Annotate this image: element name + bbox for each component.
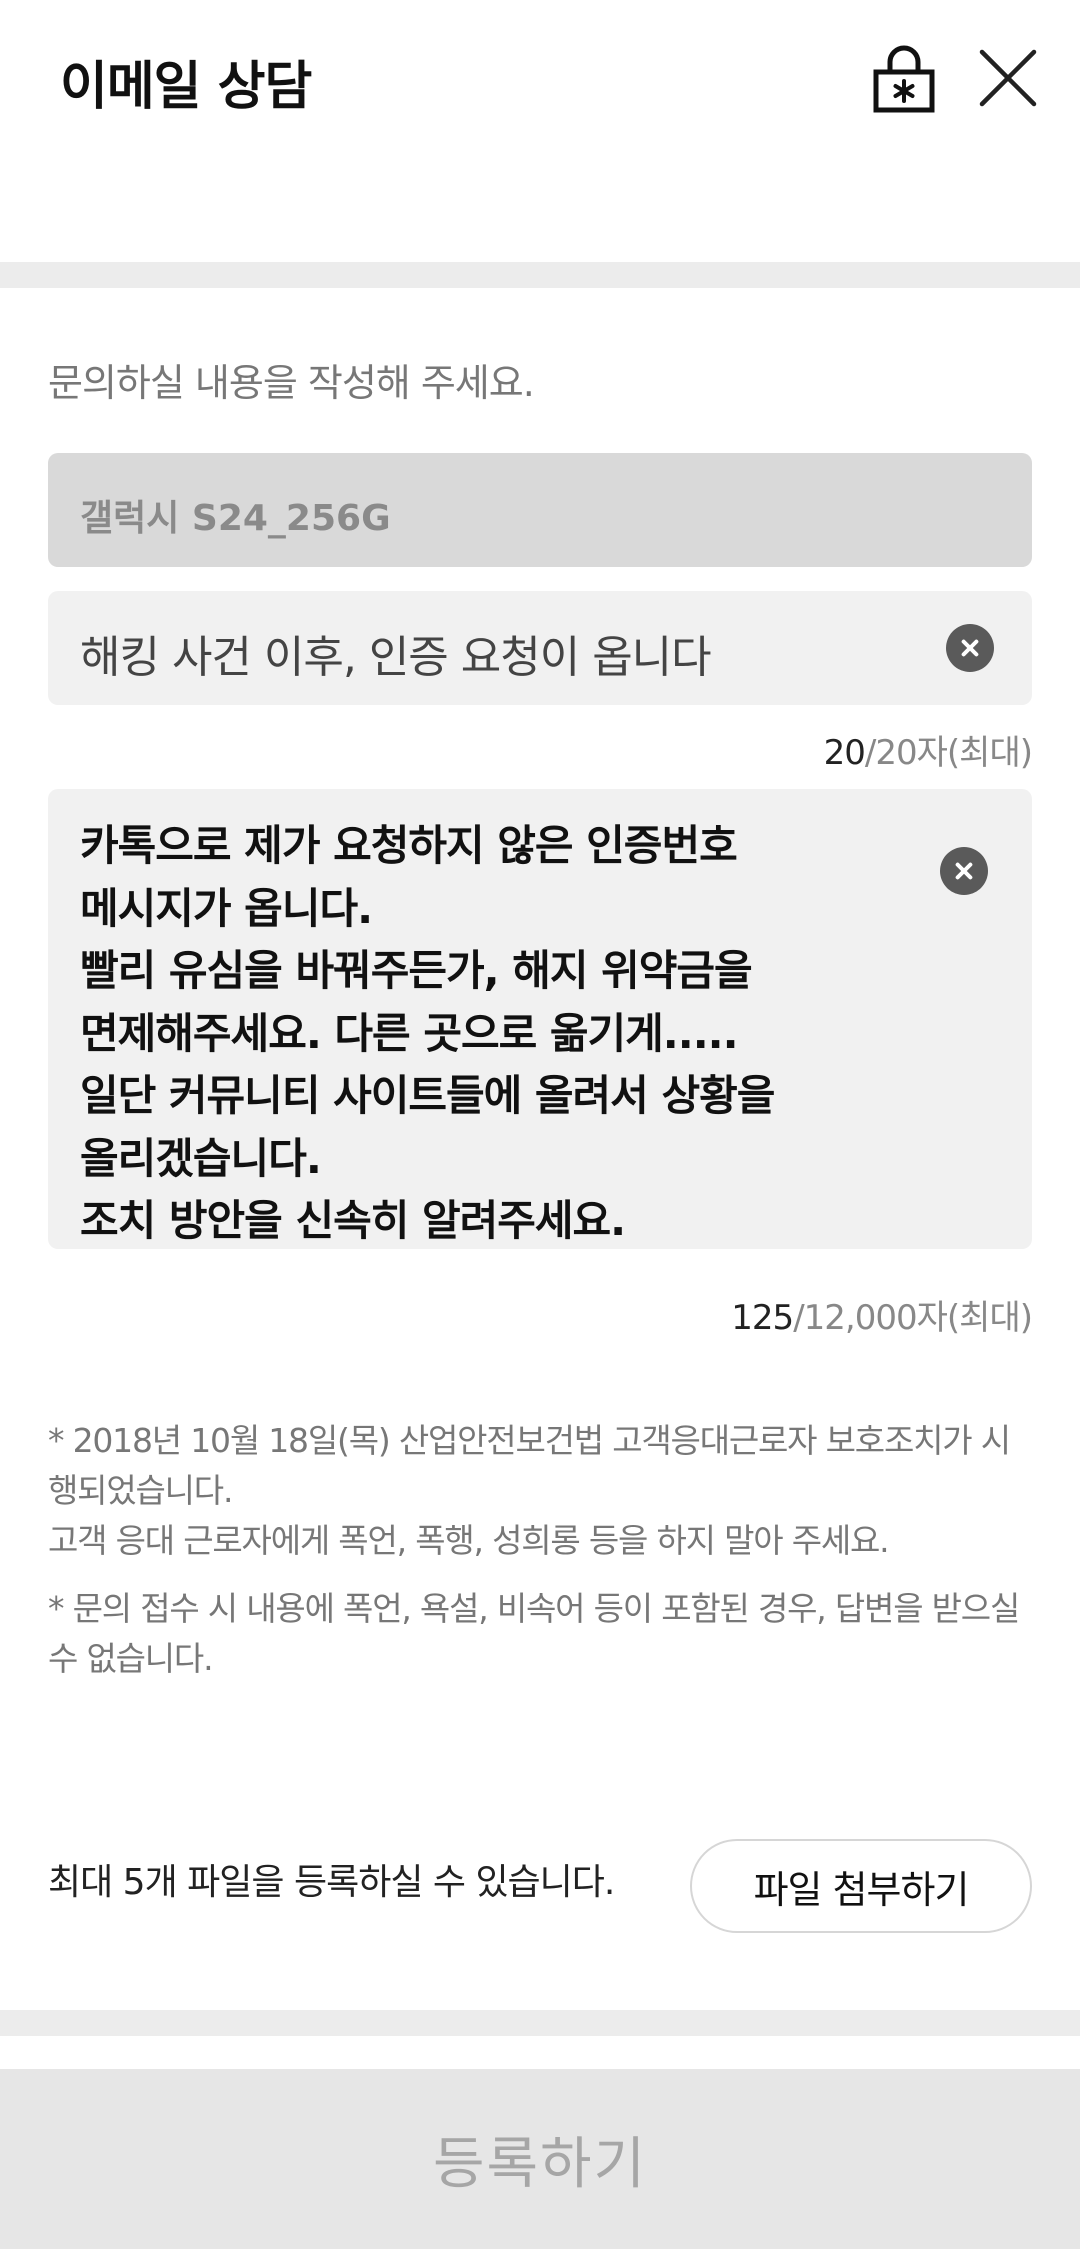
body-char-counter: 125/12,000자(최대): [731, 1290, 1033, 1339]
body-textarea[interactable]: 카톡으로 제가 요청하지 않은 인증번호 메시지가 옵니다. 빨리 유심을 바꿔…: [48, 789, 1032, 1249]
device-field: 갤럭시 S24_256G: [48, 453, 1032, 567]
section-divider: [0, 262, 1080, 288]
subject-clear-icon[interactable]: [946, 624, 994, 672]
form-prompt: 문의하실 내용을 작성해 주세요.: [48, 361, 535, 405]
notice-abusive-language: * 문의 접수 시 내용에 폭언, 욕설, 비속어 등이 포함된 경우, 답변을…: [48, 1589, 1020, 1678]
section-divider-bottom: [0, 2010, 1080, 2036]
body-clear-icon[interactable]: [940, 847, 988, 895]
close-icon[interactable]: [976, 46, 1040, 110]
submit-label: 등록하기: [432, 2132, 648, 2197]
subject-char-counter: 20/20자(최대): [823, 725, 1033, 774]
page-title: 이메일 상담: [60, 57, 312, 117]
body-count: 125: [731, 1298, 794, 1338]
notice-labor-law: * 2018년 10월 18일(목) 산업안전보건법 고객응대근로자 보호조치가…: [48, 1421, 1011, 1560]
body-value: 카톡으로 제가 요청하지 않은 인증번호 메시지가 옵니다. 빨리 유심을 바꿔…: [80, 821, 775, 1245]
body-limit: /12,000자(최대): [793, 1298, 1033, 1338]
subject-count: 20: [823, 733, 866, 773]
device-value: 갤럭시 S24_256G: [80, 498, 391, 539]
submit-button[interactable]: 등록하기: [0, 2069, 1080, 2249]
subject-value: 해킹 사건 이후, 인증 요청이 옵니다: [80, 632, 712, 683]
attach-file-button[interactable]: 파일 첨부하기: [690, 1839, 1032, 1933]
header: 이메일 상담: [0, 0, 1080, 262]
subject-limit: /20자(최대): [864, 733, 1033, 773]
attachment-info: 최대 5개 파일을 등록하실 수 있습니다.: [48, 1862, 615, 1903]
lock-icon[interactable]: [872, 44, 936, 114]
subject-input[interactable]: 해킹 사건 이후, 인증 요청이 옵니다: [48, 591, 1032, 705]
